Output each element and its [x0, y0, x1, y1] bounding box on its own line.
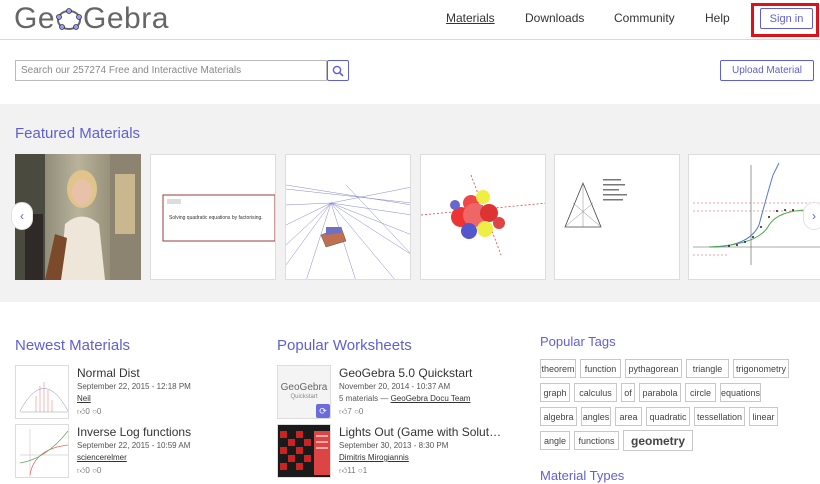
worksheet-author[interactable]: GeoGebra Docu Team — [391, 394, 471, 403]
worksheet-materials: 5 materials — GeoGebra Docu Team — [339, 394, 470, 403]
tag-calculus[interactable]: calculus — [574, 383, 617, 402]
logo-text-right: Gebra — [83, 2, 169, 35]
newest-item-thumb[interactable] — [15, 424, 69, 478]
comment-count: 1 — [362, 466, 368, 475]
comment-count: 0 — [96, 466, 102, 475]
featured-materials-title: Featured Materials — [15, 125, 141, 142]
worksheet-thumb[interactable] — [277, 424, 331, 478]
like-count: 11 — [347, 466, 356, 475]
tag-pythagorean[interactable]: pythagorean — [625, 359, 682, 378]
nav-help[interactable]: Help — [705, 11, 730, 25]
tag-tessellation[interactable]: tessellation — [694, 407, 745, 426]
newest-materials-title: Newest Materials — [15, 337, 131, 354]
logo-ellipse-icon — [56, 6, 82, 32]
tag-triangle[interactable]: triangle — [686, 359, 729, 378]
tag-angles[interactable]: angles — [581, 407, 611, 426]
newest-item-thumb[interactable] — [15, 365, 69, 419]
geogebra-logo[interactable]: Ge Gebra — [14, 2, 169, 36]
worksheet-stats: 👍︎11 ○1 — [339, 466, 367, 476]
comment-count: 0 — [96, 407, 102, 416]
like-count: 0 — [85, 407, 90, 416]
tag-trigonometry[interactable]: trigonometry — [733, 359, 789, 378]
worksheet-stats: 👍︎7 ○0 — [339, 407, 363, 417]
worksheet-thumb[interactable]: GeoGebra Quickstart ⟳ — [277, 365, 331, 419]
tag-equations[interactable]: equations — [720, 383, 761, 402]
newest-item-author[interactable]: sciencerelmer — [77, 453, 127, 462]
worksheet-author[interactable]: Dimitris Mirogiannis — [339, 453, 409, 462]
like-count: 0 — [85, 466, 90, 475]
chevron-right-icon: › — [812, 209, 816, 223]
nav-community[interactable]: Community — [614, 11, 675, 25]
comment-count: 0 — [358, 407, 364, 416]
tag-function[interactable]: function — [580, 359, 621, 378]
tag-linear[interactable]: linear — [749, 407, 778, 426]
newest-item-date: September 22, 2015 - 12:18 PM — [77, 382, 191, 391]
carousel-next-button[interactable]: › — [803, 202, 820, 230]
material-types-title: Material Types — [540, 468, 625, 483]
top-header: Ge Gebra Materials Downloads Community H… — [0, 0, 820, 40]
tag-functions[interactable]: functions — [574, 431, 619, 450]
newest-item-date: September 22, 2015 - 10:59 AM — [77, 441, 191, 450]
newest-item-title[interactable]: Inverse Log functions — [77, 425, 191, 439]
search-input[interactable]: Search our 257274 Free and Interactive M… — [15, 60, 327, 81]
thumb-quickstart-text: Quickstart — [290, 394, 318, 400]
tag-geometry[interactable]: geometry — [623, 430, 693, 451]
tag-area[interactable]: area — [615, 407, 642, 426]
tag-algebra[interactable]: algebra — [540, 407, 577, 426]
worksheet-material-count: 5 materials — — [339, 394, 391, 403]
chevron-left-icon: ‹ — [20, 209, 24, 223]
worksheet-title[interactable]: GeoGebra 5.0 Quickstart — [339, 366, 472, 380]
featured-thumb-triangle[interactable] — [554, 154, 680, 280]
newest-item-title[interactable]: Normal Dist — [77, 366, 140, 380]
popular-tags-title: Popular Tags — [540, 334, 616, 349]
nav-downloads[interactable]: Downloads — [525, 11, 584, 25]
worksheet-badge-icon: ⟳ — [316, 404, 330, 418]
tag-quadratic[interactable]: quadratic — [646, 407, 690, 426]
tag-circle[interactable]: circle — [685, 383, 716, 402]
tag-theorem[interactable]: theorem — [540, 359, 576, 378]
thumb-slide-text: Solving quadratic equations by factorisi… — [169, 215, 263, 221]
search-icon — [332, 65, 344, 77]
carousel-prev-button[interactable]: ‹ — [11, 202, 33, 230]
featured-thumb-graph[interactable] — [688, 154, 820, 280]
featured-thumb-photo[interactable] — [15, 154, 141, 280]
like-count: 7 — [347, 407, 352, 416]
tag-graph[interactable]: graph — [540, 383, 570, 402]
tag-parabola[interactable]: parabola — [639, 383, 681, 402]
tag-of[interactable]: of — [621, 383, 635, 402]
sign-in-button[interactable]: Sign in — [760, 8, 813, 29]
logo-text-left: Ge — [14, 2, 56, 35]
newest-item-author[interactable]: Neil — [77, 394, 91, 403]
newest-item-stats: 👍︎0 ○0 — [77, 407, 101, 417]
search-button[interactable] — [327, 60, 349, 81]
newest-item-stats: 👍︎0 ○0 — [77, 466, 101, 476]
featured-thumb-quadratic[interactable]: Solving quadratic equations by factorisi… — [150, 154, 276, 280]
nav-materials[interactable]: Materials — [446, 11, 495, 25]
worksheet-date: November 20, 2014 - 10:37 AM — [339, 382, 451, 391]
worksheet-date: September 30, 2013 - 8:30 PM — [339, 441, 449, 450]
upload-material-button[interactable]: Upload Material — [720, 60, 814, 81]
featured-thumb-perspective[interactable] — [285, 154, 411, 280]
worksheet-title[interactable]: Lights Out (Game with Solut… — [339, 425, 501, 439]
featured-thumb-circles[interactable] — [420, 154, 546, 280]
thumb-geogebra-text: GeoGebra — [280, 382, 328, 393]
popular-worksheets-title: Popular Worksheets — [277, 337, 412, 354]
tag-angle[interactable]: angle — [540, 431, 570, 450]
